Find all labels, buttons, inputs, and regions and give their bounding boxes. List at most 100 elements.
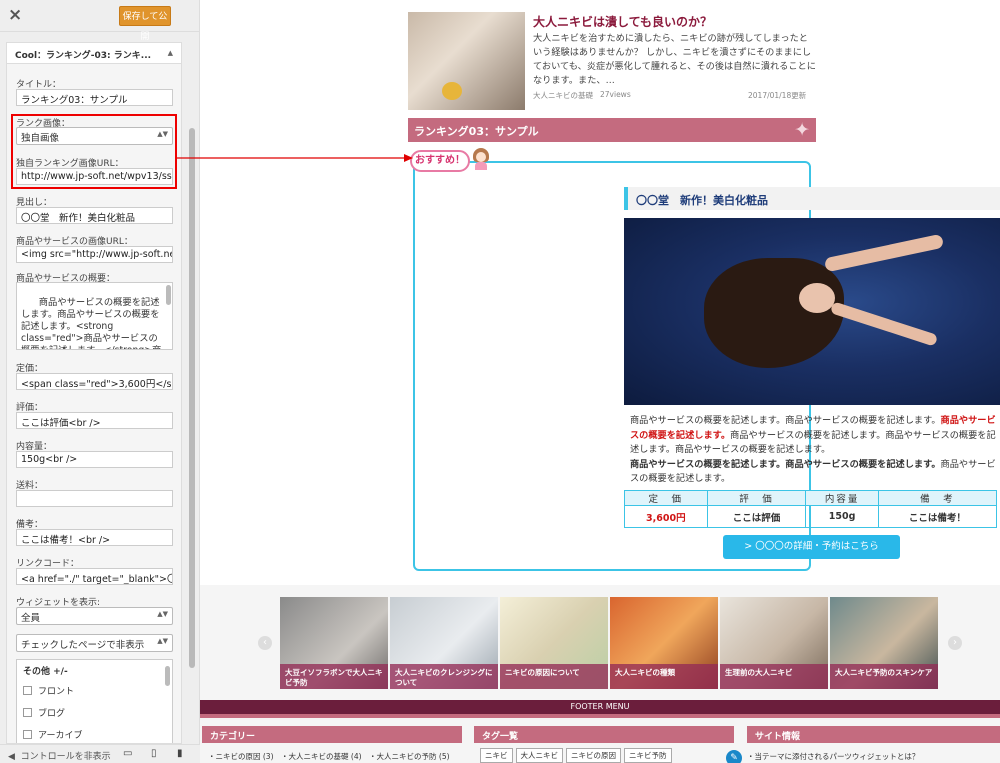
footer-categories[interactable]: ・ニキビの原因 (3) ・大人ニキビの基礎 (4) ・大人ニキビの予防 (5) <box>208 751 450 762</box>
checkbox-blog[interactable]: ブログ <box>23 706 65 719</box>
other-pages-box: その他 +/- フロント ブログ アーカイブ <box>16 659 173 743</box>
desc-bold-text: 商品やサービスの概要を記述します。商品やサービスの概要を記述します。 <box>630 458 941 470</box>
footer-divider <box>200 714 1000 718</box>
spec-header-notes: 備 考 <box>877 489 998 507</box>
summary-textarea[interactable]: 商品やサービスの概要を記述します。商品やサービスの概要を記述します。<stron… <box>16 282 173 350</box>
display-value: 全員 <box>21 613 41 624</box>
spec-header-price: 定 価 <box>624 489 708 507</box>
article-date: 2017/01/18更新 <box>748 91 807 100</box>
tablet-preview-icon[interactable]: ▯ <box>151 748 157 759</box>
rating-input[interactable]: ここは評価<br /> <box>16 412 173 429</box>
sidebar-scrollbar[interactable] <box>189 128 195 668</box>
checkbox-label: ブログ <box>38 709 66 719</box>
display-select[interactable]: 全員 ▲▼ <box>16 607 173 625</box>
checkbox-front[interactable]: フロント <box>23 684 74 697</box>
heading-input[interactable]: 〇〇堂 新作！美白化粧品 <box>16 207 173 224</box>
price-input[interactable]: <span class="red">3,600円</span <box>16 373 173 390</box>
notes-input[interactable]: ここは備考！<br /> <box>16 529 173 546</box>
checkbox-icon[interactable] <box>23 730 32 739</box>
checkbox-icon[interactable] <box>23 686 32 695</box>
sparkle-icon: ✦ <box>794 119 810 141</box>
slide-item[interactable]: 生理前の大人ニキビ <box>720 597 828 689</box>
girl-icon <box>472 148 490 170</box>
spec-header-rating: 評 価 <box>706 489 807 507</box>
hide-controls-button[interactable]: ◀ コントロールを非表示 <box>8 749 111 762</box>
article-thumbnail[interactable] <box>408 12 525 110</box>
summary-text: 商品やサービスの概要を記述します。商品やサービスの概要を記述します。<stron… <box>21 297 161 349</box>
site-preview: 大人ニキビは潰しても良いのか？ 大人ニキビを治すために潰したら、ニキビの跡が残し… <box>200 0 1000 763</box>
preview-content: 大人ニキビは潰しても良いのか？ 大人ニキビを治すために潰したら、ニキビの跡が残し… <box>200 0 1000 585</box>
spec-table: 定 価 評 価 内容量 備 考 3,600円 ここは評価 150g ここは備考！ <box>624 489 998 528</box>
checkbox-label: アーカイブ <box>38 731 83 741</box>
widget-header[interactable]: Cool：ランキング-03: ランキ... ▲ <box>6 42 182 64</box>
slide-item[interactable]: 大人ニキビのクレンジングについて <box>390 597 498 689</box>
select-arrows-icon: ▲▼ <box>157 637 168 645</box>
checkbox-archive[interactable]: アーカイブ <box>23 728 82 741</box>
tag-link[interactable]: ニキビの原因 <box>566 748 621 763</box>
tag-link[interactable]: ニキビ <box>480 748 513 763</box>
footer-info-link[interactable]: ・当テーマに添付されるパーツウィジェットとは？ <box>747 751 919 762</box>
hide-checked-select[interactable]: チェックしたページで非表示 ▲▼ <box>16 634 173 652</box>
footer-menu[interactable]: FOOTER MENU <box>200 700 1000 714</box>
footer-info-heading: サイト情報 <box>747 726 1000 743</box>
ranking-heading-text: ランキング03：サンプル <box>414 125 539 138</box>
slide-caption: 大人ニキビのクレンジングについて <box>390 664 498 689</box>
annotation-highlight-box <box>11 114 177 189</box>
article-excerpt: 大人ニキビを治すために潰したら、ニキビの跡が残してしまったという経験はありません… <box>533 33 816 86</box>
recommend-badge: おすすめ！ <box>410 148 489 174</box>
hide-checked-value: チェックしたページで非表示 <box>21 640 145 651</box>
slide-item[interactable]: 大豆イソフラボンで大人ニキビ予防 <box>280 597 388 689</box>
link-input[interactable]: <a href="./" target="_blank">〇〇〇 <box>16 568 173 585</box>
product-image <box>624 218 1000 405</box>
tag-link[interactable]: ニキビ予防 <box>624 748 672 763</box>
article-category[interactable]: 大人ニキビの基礎 <box>533 90 593 101</box>
image-face <box>799 283 835 313</box>
capacity-input[interactable]: 150g<br /> <box>16 451 173 468</box>
select-arrows-icon: ▲▼ <box>157 610 168 618</box>
slide-item[interactable]: ニキビの原因について <box>500 597 608 689</box>
article-title[interactable]: 大人ニキビは潰しても良いのか？ <box>533 13 712 30</box>
spec-rating: ここは評価 <box>706 505 807 528</box>
spec-notes: ここは備考！ <box>877 505 998 528</box>
customizer-header: × 保存して公開 <box>0 0 199 42</box>
footer-categories-heading: カテゴリー <box>202 726 462 743</box>
slide-item[interactable]: 大人ニキビ予防のスキンケア <box>830 597 938 689</box>
pencil-icon[interactable]: ✎ <box>726 750 742 763</box>
other-pages-title[interactable]: その他 +/- <box>23 664 68 677</box>
image-arm <box>823 233 945 273</box>
customizer-sidebar: × 保存して公開 Cool：ランキング-03: ランキ... ▲ タイトル： ラ… <box>0 0 200 763</box>
article-views: 27views <box>600 90 631 99</box>
widget-title: Cool：ランキング-03: ランキ... <box>15 51 152 61</box>
post-slider: 大豆イソフラボンで大人ニキビ予防 大人ニキビのクレンジングについて ニキビの原因… <box>200 597 1000 689</box>
hide-controls-label: コントロールを非表示 <box>20 752 111 762</box>
slide-caption: 大豆イソフラボンで大人ニキビ予防 <box>280 664 388 689</box>
footer-tags: ニキビ 大人ニキビ ニキビの原因 ニキビ予防 <box>480 748 675 763</box>
shipping-input[interactable] <box>16 490 173 507</box>
product-image-input[interactable]: <img src="http://www.jp-soft.net/ <box>16 246 173 263</box>
collapse-arrow-icon[interactable]: ▲ <box>168 49 173 57</box>
title-input[interactable]: ランキング03：サンプル <box>16 89 173 106</box>
product-title: 〇〇堂 新作！美白化粧品 <box>624 187 1000 210</box>
close-icon[interactable]: × <box>8 5 22 25</box>
spec-price: 3,600円 <box>624 505 708 528</box>
desktop-preview-icon[interactable]: ▭ <box>123 748 132 759</box>
checkbox-icon[interactable] <box>23 708 32 717</box>
slide-caption: 大人ニキビの種類 <box>610 664 718 689</box>
image-hair <box>704 258 844 368</box>
customizer-footer: ◀ コントロールを非表示 ▭ ▯ ▮ <box>0 744 200 763</box>
recommend-badge-text: おすすめ！ <box>410 150 470 172</box>
spec-header-capacity: 内容量 <box>805 489 879 507</box>
thumbnail-fruit <box>442 82 462 100</box>
textarea-scrollbar[interactable] <box>166 285 171 305</box>
detail-reserve-button[interactable]: > 〇〇〇の詳細・予約はこちら <box>723 535 900 559</box>
spec-capacity: 150g <box>805 505 879 528</box>
mobile-preview-icon[interactable]: ▮ <box>177 748 183 759</box>
checkbox-label: フロント <box>38 687 75 697</box>
tag-link[interactable]: 大人ニキビ <box>515 748 563 763</box>
save-publish-button[interactable]: 保存して公開 <box>119 6 171 42</box>
ranking-widget-heading: ランキング03：サンプル ✦ <box>408 118 816 142</box>
slide-caption: 大人ニキビ予防のスキンケア <box>830 664 938 689</box>
footer-tags-heading: タグ一覧 <box>474 726 734 743</box>
slide-item[interactable]: 大人ニキビの種類 <box>610 597 718 689</box>
list-scrollbar[interactable] <box>165 666 170 686</box>
